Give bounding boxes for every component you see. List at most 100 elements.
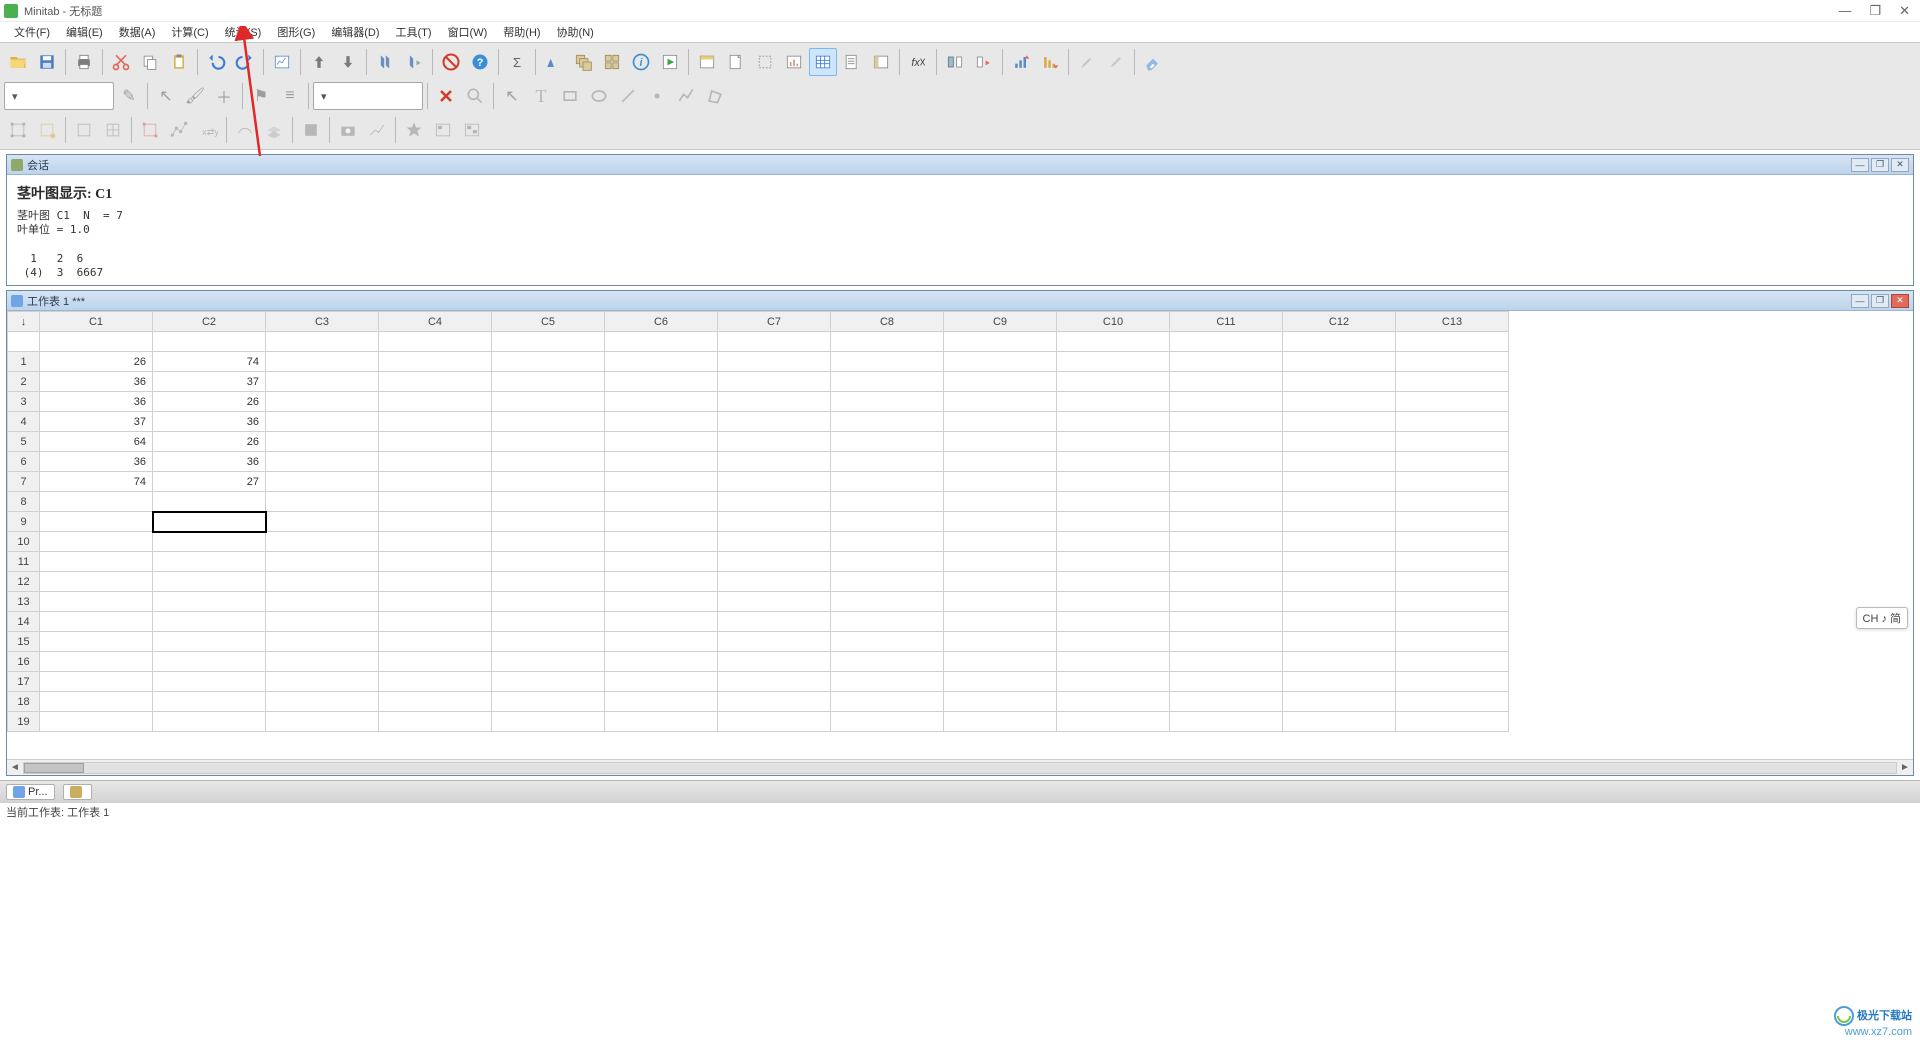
cell[interactable] — [831, 672, 944, 692]
fill-icon[interactable] — [297, 116, 325, 144]
cell[interactable] — [831, 452, 944, 472]
cascade-icon[interactable] — [569, 48, 597, 76]
cell[interactable] — [153, 492, 266, 512]
column-header[interactable]: C1 — [40, 312, 153, 332]
menu-graph[interactable]: 图形(G) — [269, 24, 323, 40]
cell[interactable] — [718, 372, 831, 392]
cell[interactable] — [1283, 492, 1396, 512]
cell[interactable] — [605, 492, 718, 512]
column-name-cell[interactable] — [266, 332, 379, 352]
cell[interactable] — [1396, 632, 1509, 652]
grid2-icon[interactable] — [99, 116, 127, 144]
cell[interactable] — [379, 712, 492, 732]
cell[interactable] — [718, 592, 831, 612]
cancel-icon[interactable] — [437, 48, 465, 76]
column-name-cell[interactable] — [944, 332, 1057, 352]
camera-icon[interactable] — [334, 116, 362, 144]
rectangle-icon[interactable] — [556, 82, 584, 110]
menu-window[interactable]: 窗口(W) — [440, 24, 496, 40]
cell[interactable] — [831, 712, 944, 732]
cell[interactable] — [40, 492, 153, 512]
cell[interactable]: 26 — [153, 392, 266, 412]
highlighter-icon[interactable] — [1102, 48, 1130, 76]
worksheet-titlebar[interactable]: 工作表 1 *** — ❐ ✕ — [7, 291, 1913, 311]
column-name-cell[interactable] — [831, 332, 944, 352]
cell[interactable] — [1396, 432, 1509, 452]
project-tab-1[interactable]: Pr... — [6, 784, 55, 800]
cell[interactable] — [831, 572, 944, 592]
column-name-cell[interactable] — [605, 332, 718, 352]
cell[interactable] — [944, 492, 1057, 512]
cell[interactable] — [153, 692, 266, 712]
worksheet-hscrollbar[interactable]: ◄ ► — [7, 759, 1913, 775]
cell[interactable] — [1170, 572, 1283, 592]
cell[interactable] — [605, 552, 718, 572]
cell[interactable] — [266, 652, 379, 672]
pointer-icon[interactable]: ↖ — [152, 82, 180, 110]
cell[interactable]: 36 — [40, 372, 153, 392]
worksheet-min-button[interactable]: — — [1851, 294, 1869, 308]
cell[interactable] — [1057, 592, 1170, 612]
cell[interactable]: 26 — [153, 432, 266, 452]
column-header[interactable]: C10 — [1057, 312, 1170, 332]
cell[interactable] — [1396, 712, 1509, 732]
cell[interactable] — [266, 552, 379, 572]
column-name-cell[interactable] — [492, 332, 605, 352]
cell[interactable] — [492, 392, 605, 412]
column-header[interactable]: C7 — [718, 312, 831, 332]
cell[interactable] — [1057, 692, 1170, 712]
cell[interactable] — [1170, 472, 1283, 492]
cell[interactable] — [944, 472, 1057, 492]
find-icon[interactable] — [371, 48, 399, 76]
cell[interactable] — [1396, 392, 1509, 412]
cell[interactable] — [266, 352, 379, 372]
crop2-icon[interactable] — [33, 116, 61, 144]
cell[interactable] — [40, 632, 153, 652]
cell[interactable] — [1057, 412, 1170, 432]
cell[interactable] — [831, 492, 944, 512]
cell[interactable] — [266, 572, 379, 592]
cell[interactable] — [831, 652, 944, 672]
cell[interactable] — [1057, 492, 1170, 512]
cell[interactable] — [831, 352, 944, 372]
cell[interactable] — [1170, 532, 1283, 552]
filter-icon[interactable]: ≡ — [276, 82, 304, 110]
menu-editor[interactable]: 编辑器(D) — [323, 24, 387, 40]
cell[interactable] — [1396, 652, 1509, 672]
row-number[interactable]: 16 — [8, 652, 40, 672]
cell[interactable] — [1170, 692, 1283, 712]
select-icon[interactable]: ↖ — [498, 82, 526, 110]
column-name-cell[interactable] — [40, 332, 153, 352]
cell[interactable] — [1283, 712, 1396, 732]
cell[interactable] — [1170, 512, 1283, 532]
cell[interactable] — [492, 652, 605, 672]
row-number[interactable]: 7 — [8, 472, 40, 492]
cell[interactable] — [40, 612, 153, 632]
cell[interactable] — [1283, 352, 1396, 372]
cell[interactable] — [1170, 412, 1283, 432]
sixsigma-icon[interactable] — [540, 48, 568, 76]
menu-data[interactable]: 数据(A) — [111, 24, 164, 40]
cell[interactable] — [1057, 432, 1170, 452]
stack-icon[interactable] — [970, 48, 998, 76]
cut-icon[interactable] — [107, 48, 135, 76]
cell[interactable]: 64 — [40, 432, 153, 452]
cell[interactable] — [831, 392, 944, 412]
eraser-icon[interactable] — [1139, 48, 1167, 76]
session-min-button[interactable]: — — [1851, 158, 1869, 172]
flag-icon[interactable]: ⚑ — [247, 82, 275, 110]
row-number[interactable]: 12 — [8, 572, 40, 592]
menu-stat[interactable]: 统计(S) — [217, 24, 270, 40]
cell[interactable] — [1057, 672, 1170, 692]
cell[interactable] — [605, 572, 718, 592]
cell[interactable] — [1396, 492, 1509, 512]
cell[interactable] — [1283, 672, 1396, 692]
find-next-icon[interactable] — [400, 48, 428, 76]
cell[interactable] — [831, 372, 944, 392]
cell[interactable]: 26 — [40, 352, 153, 372]
cell[interactable] — [944, 572, 1057, 592]
cell[interactable] — [266, 692, 379, 712]
cell[interactable] — [40, 532, 153, 552]
cell[interactable] — [831, 592, 944, 612]
cell[interactable] — [153, 632, 266, 652]
